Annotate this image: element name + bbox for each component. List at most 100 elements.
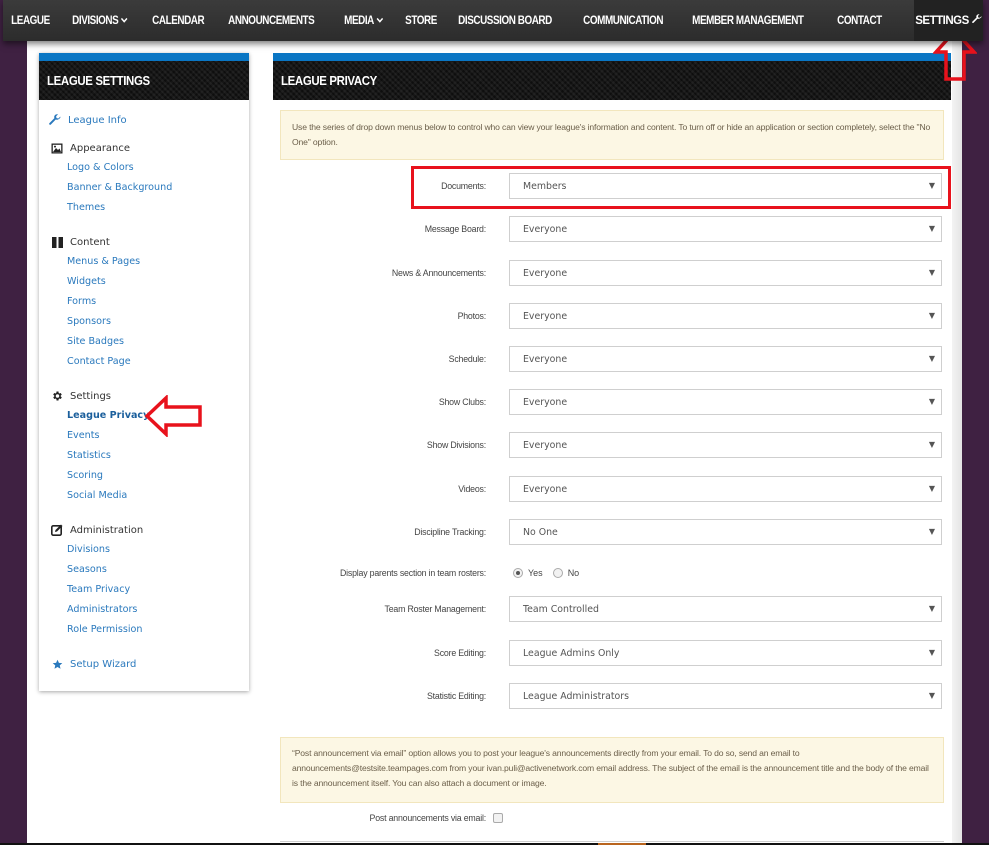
news-announcements-select[interactable]: Everyone ▼ bbox=[509, 260, 942, 286]
columns-icon bbox=[51, 236, 63, 248]
sidebar-group-title: Settings bbox=[51, 386, 249, 406]
sidebar-item-team-privacy[interactable]: Team Privacy bbox=[67, 580, 249, 600]
show-clubs-select[interactable]: Everyone ▼ bbox=[509, 389, 942, 415]
discipline-tracking-label: Discipline Tracking: bbox=[414, 527, 486, 537]
parents-section-radio-group: Yes No bbox=[513, 568, 589, 578]
videos-select[interactable]: Everyone ▼ bbox=[509, 476, 942, 502]
message-board-select[interactable]: Everyone ▼ bbox=[509, 216, 942, 242]
message-board-row: Message Board: Everyone ▼ bbox=[273, 216, 951, 242]
select-value: Everyone bbox=[523, 223, 568, 235]
score-editing-row: Score Editing: League Admins Only ▼ bbox=[273, 640, 951, 666]
caret-down-icon: ▼ bbox=[928, 397, 935, 406]
nav-item-label: LEAGUE bbox=[11, 14, 50, 27]
sidebar-item-sponsors[interactable]: Sponsors bbox=[67, 312, 249, 332]
edit-icon bbox=[51, 524, 63, 536]
sidebar-group-label: Appearance bbox=[70, 142, 131, 154]
sidebar-item-role-permission[interactable]: Role Permission bbox=[67, 620, 249, 640]
sidebar-item-setup-wizard[interactable]: Setup Wizard bbox=[51, 654, 249, 674]
sidebar-group-content: Content Menus & Pages Widgets Forms Sponsors… bbox=[39, 232, 249, 372]
radio-yes-label: Yes bbox=[528, 568, 543, 578]
sidebar-item-logo-colors[interactable]: Logo & Colors bbox=[67, 158, 249, 178]
star-icon bbox=[51, 658, 63, 670]
show-divisions-select[interactable]: Everyone ▼ bbox=[509, 432, 942, 458]
nav-item-label: MEDIA bbox=[344, 14, 375, 27]
sidebar-item-divisions[interactable]: Divisions bbox=[67, 540, 249, 560]
radio-no[interactable] bbox=[552, 568, 563, 578]
show-clubs-label: Show Clubs: bbox=[438, 397, 486, 407]
nav-item-label: COMMUNICATION bbox=[582, 14, 663, 27]
sidebar-item-league-privacy[interactable]: League Privacy bbox=[67, 406, 249, 426]
sidebar-item-contact-page[interactable]: Contact Page bbox=[67, 352, 249, 372]
nav-item-discussion-board[interactable]: DISCUSSION BOARD bbox=[450, 0, 560, 41]
league-privacy-panel: LEAGUE PRIVACY Use the series of drop do… bbox=[273, 53, 951, 845]
nav-settings-label: SETTINGS bbox=[915, 14, 969, 27]
caret-down-icon: ▼ bbox=[928, 604, 935, 613]
sidebar-group-settings: Settings League Privacy Events Statistics Sc… bbox=[39, 386, 249, 506]
photos-label: Photos: bbox=[457, 311, 487, 321]
sidebar-group-label: Settings bbox=[70, 390, 112, 402]
show-divisions-label: Show Divisions: bbox=[426, 440, 486, 450]
caret-down-icon: ▼ bbox=[928, 648, 935, 657]
documents-select[interactable]: Members ▼ bbox=[509, 173, 942, 199]
sidebar-item-scoring[interactable]: Scoring bbox=[67, 466, 249, 486]
select-value: Everyone bbox=[523, 483, 568, 495]
select-value: League Administrators bbox=[523, 690, 630, 702]
caret-down-icon: ▼ bbox=[928, 527, 935, 536]
nav-item-league[interactable]: LEAGUE bbox=[3, 0, 58, 41]
discipline-tracking-select[interactable]: No One ▼ bbox=[509, 519, 942, 545]
sidebar-item-seasons[interactable]: Seasons bbox=[67, 560, 249, 580]
sidebar-item-league-info[interactable]: League Info bbox=[49, 110, 249, 130]
chevron-down-icon bbox=[376, 16, 384, 25]
sidebar-item-widgets[interactable]: Widgets bbox=[67, 272, 249, 292]
sidebar-item-social-media[interactable]: Social Media bbox=[67, 486, 249, 506]
page-edge bbox=[952, 41, 962, 845]
nav-item-calendar[interactable]: CALENDAR bbox=[144, 0, 212, 41]
select-value: League Admins Only bbox=[523, 647, 620, 659]
team-roster-management-row: Team Roster Management: Team Controlled ▼ bbox=[273, 596, 951, 622]
sidebar-item-themes[interactable]: Themes bbox=[67, 198, 249, 218]
radio-yes[interactable] bbox=[513, 568, 523, 578]
nav-item-contact[interactable]: CONTACT bbox=[829, 0, 890, 41]
team-roster-management-label: Team Roster Management: bbox=[384, 604, 487, 614]
message-board-label: Message Board: bbox=[424, 224, 486, 234]
team-roster-management-select[interactable]: Team Controlled ▼ bbox=[509, 596, 942, 622]
sidebar-group-label: Content bbox=[70, 236, 110, 248]
select-value: Everyone bbox=[523, 396, 568, 408]
score-editing-label: Score Editing: bbox=[434, 648, 486, 658]
caret-down-icon: ▼ bbox=[928, 181, 935, 190]
sidebar-item-statistics[interactable]: Statistics bbox=[67, 446, 249, 466]
caret-down-icon: ▼ bbox=[928, 440, 935, 449]
sidebar-item-forms[interactable]: Forms bbox=[67, 292, 249, 312]
parents-section-label: Display parents section in team rosters: bbox=[339, 568, 486, 578]
nav-item-divisions[interactable]: DIVISIONS bbox=[64, 0, 136, 41]
image-icon bbox=[51, 142, 63, 154]
score-editing-select[interactable]: League Admins Only ▼ bbox=[509, 640, 942, 666]
page-title: LEAGUE PRIVACY bbox=[281, 73, 377, 88]
discipline-tracking-row: Discipline Tracking: No One ▼ bbox=[273, 519, 951, 545]
nav-item-media[interactable]: MEDIA bbox=[336, 0, 392, 41]
photos-select[interactable]: Everyone ▼ bbox=[509, 303, 942, 329]
league-settings-sidebar: LEAGUE SETTINGS League Info Appearance Lo… bbox=[39, 53, 249, 691]
nav-settings[interactable]: SETTINGS bbox=[914, 0, 983, 41]
gear-icon bbox=[51, 390, 63, 402]
top-navigation: LEAGUE DIVISIONS CALENDAR ANNOUNCEMENTS MEDI… bbox=[3, 0, 983, 41]
caret-down-icon: ▼ bbox=[928, 311, 935, 320]
nav-item-member-management[interactable]: MEMBER MANAGEMENT bbox=[684, 0, 812, 41]
sidebar-item-menus-pages[interactable]: Menus & Pages bbox=[67, 252, 249, 272]
sidebar-item-site-badges[interactable]: Site Badges bbox=[67, 332, 249, 352]
nav-item-store[interactable]: STORE bbox=[397, 0, 445, 41]
post-via-email-checkbox[interactable] bbox=[493, 813, 503, 823]
documents-label: Documents: bbox=[441, 181, 486, 191]
caret-down-icon: ▼ bbox=[928, 224, 935, 233]
nav-item-announcements[interactable]: ANNOUNCEMENTS bbox=[220, 0, 323, 41]
documents-row: Documents: Members ▼ bbox=[273, 173, 951, 199]
nav-item-communication[interactable]: COMMUNICATION bbox=[575, 0, 671, 41]
select-value: Everyone bbox=[523, 310, 568, 322]
post-via-email-row: Post announcements via email: bbox=[273, 805, 951, 831]
sidebar-item-banner-background[interactable]: Banner & Background bbox=[67, 178, 249, 198]
sidebar-group-title: Appearance bbox=[51, 138, 249, 158]
schedule-select[interactable]: Everyone ▼ bbox=[509, 346, 942, 372]
statistic-editing-select[interactable]: League Administrators ▼ bbox=[509, 683, 942, 709]
sidebar-item-administrators[interactable]: Administrators bbox=[67, 600, 249, 620]
sidebar-item-events[interactable]: Events bbox=[67, 426, 249, 446]
